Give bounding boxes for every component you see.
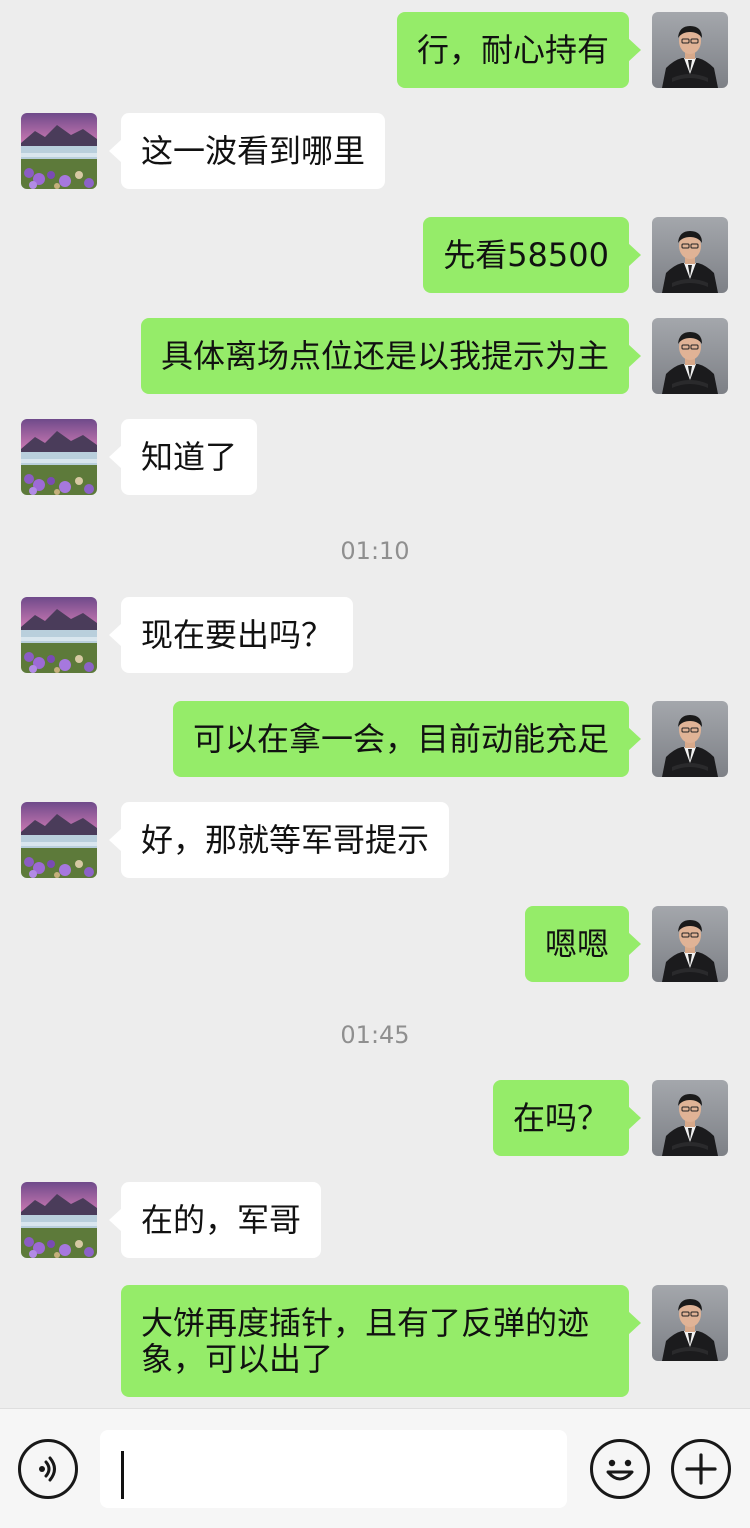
message-bubble[interactable]: 这一波看到哪里	[108, 113, 386, 189]
contact-avatar[interactable]	[21, 1182, 97, 1258]
my-avatar[interactable]	[652, 217, 728, 293]
contact-avatar[interactable]	[21, 597, 97, 673]
voice-button[interactable]	[18, 1439, 78, 1499]
message-bubble[interactable]: 嗯嗯	[524, 906, 642, 982]
message-input[interactable]	[100, 1430, 567, 1508]
text-caret	[121, 1451, 124, 1499]
contact-avatar[interactable]	[21, 113, 97, 189]
message-bubble[interactable]: 先看58500	[423, 217, 641, 293]
my-avatar[interactable]	[652, 318, 728, 394]
input-bar	[0, 1408, 750, 1528]
message-bubble[interactable]: 行，耐心持有	[396, 12, 642, 88]
message-bubble[interactable]: 现在要出吗？	[108, 597, 354, 673]
emoji-icon	[606, 1459, 634, 1481]
message-bubble[interactable]: 好，那就等军哥提示	[108, 802, 450, 878]
my-avatar[interactable]	[652, 906, 728, 982]
my-avatar[interactable]	[652, 12, 728, 88]
message-bubble[interactable]: 在的，军哥	[108, 1182, 322, 1258]
plus-icon	[685, 1453, 717, 1485]
message-bubble[interactable]: 可以在拿一会，目前动能充足	[172, 701, 642, 777]
timestamp: 01:45	[340, 1021, 410, 1049]
my-avatar[interactable]	[652, 1285, 728, 1361]
message-bubble[interactable]: 大饼再度插针，且有了反弹的迹象，可以出了	[121, 1285, 641, 1397]
message-bubble[interactable]: 具体离场点位还是以我提示为主	[140, 318, 642, 394]
emoji-button[interactable]	[590, 1439, 650, 1499]
plus-button[interactable]	[671, 1439, 731, 1499]
message-bubble[interactable]: 在吗？	[492, 1080, 642, 1156]
my-avatar[interactable]	[652, 1080, 728, 1156]
chat-area[interactable]: 行，耐心持有 这一波看到哪里 先看58500 具体离场点位还是以我提示为主知道了 01:…	[0, 0, 750, 1408]
contact-avatar[interactable]	[21, 419, 97, 495]
contact-avatar[interactable]	[21, 802, 97, 878]
voice-icon	[39, 1456, 56, 1482]
my-avatar[interactable]	[652, 701, 728, 777]
message-bubble[interactable]: 知道了	[108, 419, 258, 495]
timestamp: 01:10	[340, 537, 410, 565]
